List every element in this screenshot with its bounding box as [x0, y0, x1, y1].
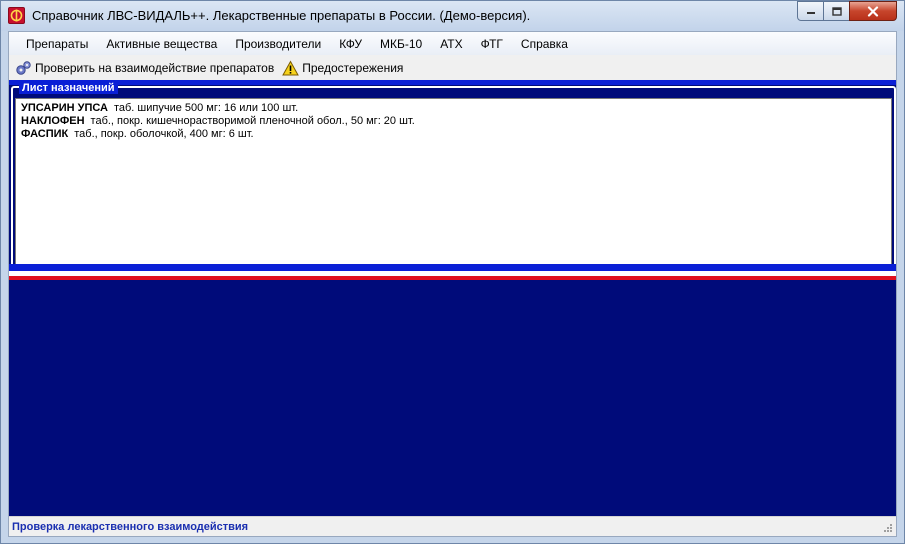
close-icon — [867, 5, 879, 17]
warning-icon — [282, 59, 300, 77]
check-interactions-label: Проверить на взаимодействие препаратов — [35, 61, 275, 75]
resize-grip-icon[interactable] — [883, 523, 893, 533]
maximize-icon — [831, 6, 842, 16]
toolbar: Проверить на взаимодействие препаратов П… — [9, 56, 896, 80]
drug-name: УПСАРИН УПСА — [21, 102, 108, 114]
client-area: Препараты Активные вещества Производител… — [8, 31, 897, 537]
drug-form: таб. шипучие 500 мг: 16 или 100 шт. — [113, 102, 299, 114]
list-item[interactable]: УПСАРИН УПСА таб. шипучие 500 мг: 16 или … — [21, 102, 886, 115]
drug-name: ФАСПИК — [21, 128, 69, 140]
warnings-button[interactable]: Предостережения — [278, 58, 407, 78]
prescription-title: Лист назначений — [19, 82, 118, 94]
window-title: Справочник ЛВС-ВИДАЛЬ++. Лекарственные п… — [32, 8, 531, 23]
list-item[interactable]: НАКЛОФЕН таб., покр. кишечнорастворимой п… — [21, 115, 886, 128]
minimize-button[interactable] — [797, 1, 824, 21]
menu-item-help[interactable]: Справка — [512, 37, 577, 51]
menu-item-kfu[interactable]: КФУ — [330, 37, 371, 51]
menu-item-atc[interactable]: АТХ — [431, 37, 471, 51]
menu-bar: Препараты Активные вещества Производител… — [9, 32, 896, 55]
prescription-groupbox: Лист назначений УПСАРИН УПСА таб. шипучие… — [11, 82, 896, 280]
menu-item-drugs[interactable]: Препараты — [17, 37, 97, 51]
title-bar[interactable]: Справочник ЛВС-ВИДАЛЬ++. Лекарственные п… — [1, 1, 904, 31]
prescription-list[interactable]: УПСАРИН УПСА таб. шипучие 500 мг: 16 или … — [15, 98, 892, 272]
status-text: Проверка лекарственного взаимодействия — [12, 520, 249, 533]
check-interactions-button[interactable]: Проверить на взаимодействие препаратов — [11, 58, 278, 78]
menu-item-ftg[interactable]: ФТГ — [472, 37, 512, 51]
maximize-button[interactable] — [823, 1, 850, 21]
menu-item-mkb10[interactable]: МКБ-10 — [371, 37, 431, 51]
gears-icon — [15, 60, 32, 77]
menu-item-active-substances[interactable]: Активные вещества — [97, 37, 226, 51]
drug-form: таб., покр. кишечнорастворимой пленочной… — [90, 115, 415, 127]
status-bar: Проверка лекарственного взаимодействия — [9, 516, 896, 536]
app-window: Справочник ЛВС-ВИДАЛЬ++. Лекарственные п… — [0, 0, 905, 544]
flag-band-blue — [9, 264, 896, 271]
drug-form: таб., покр. оболочкой, 400 мг: 6 шт. — [74, 128, 254, 140]
close-button[interactable] — [849, 1, 897, 21]
list-item[interactable]: ФАСПИК таб., покр. оболочкой, 400 мг: 6 ш… — [21, 128, 886, 141]
interaction-results-area[interactable] — [9, 280, 896, 516]
vidal-logo-icon[interactable] — [8, 7, 25, 24]
prescription-panel: Лист назначений УПСАРИН УПСА таб. шипучие… — [9, 80, 896, 516]
minimize-icon — [806, 12, 815, 14]
flag-band-top — [9, 80, 896, 85]
drug-name: НАКЛОФЕН — [21, 115, 85, 127]
warnings-label: Предостережения — [302, 61, 404, 75]
menu-item-manufacturers[interactable]: Производители — [226, 37, 330, 51]
